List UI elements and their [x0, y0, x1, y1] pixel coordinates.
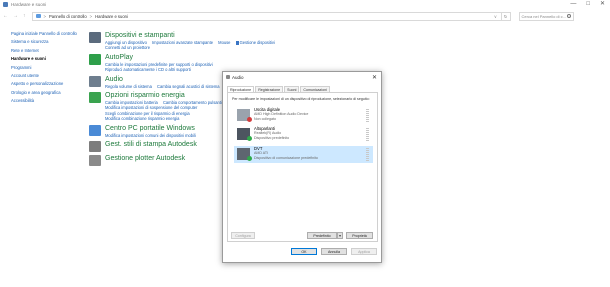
volume-meter: [366, 128, 369, 141]
search-input[interactable]: Cerca nel Pannello di c...: [518, 11, 574, 21]
category-title[interactable]: Dispositivi e stampanti: [105, 32, 349, 40]
dialog-titlebar: Audio ✕: [223, 72, 381, 82]
nav-item-control-panel-home[interactable]: Pagina iniziale Pannello di controllo: [11, 31, 81, 37]
search-placeholder: Cerca nel Pannello di c...: [521, 13, 566, 19]
dialog-title: Audio: [232, 74, 244, 80]
chevron-down-icon[interactable]: v: [494, 14, 496, 19]
breadcrumb-hardware-sound[interactable]: Hardware e suoni: [95, 14, 128, 19]
properties-button[interactable]: Proprietà: [346, 232, 373, 239]
device-item-dvt[interactable]: DVT AMD ATI Dispositivo di comunicazione…: [234, 146, 373, 163]
category-title[interactable]: AutoPlay: [105, 54, 349, 62]
link-mouse[interactable]: Mouse: [218, 40, 230, 45]
speaker-icon: [226, 75, 230, 79]
window-titlebar: Hardware e suoni — □ ✕: [0, 0, 610, 9]
forward-button[interactable]: →: [13, 13, 18, 19]
link-advanced-printer[interactable]: Impostazioni avanzate stampante: [152, 40, 213, 45]
nav-item-appearance[interactable]: Aspetto e personalizzazione: [11, 82, 81, 87]
check-icon: [247, 136, 252, 141]
link-connect-projector[interactable]: Connetti ad un proiettore: [105, 45, 150, 50]
autoplay-icon: [89, 53, 101, 65]
breadcrumb-control-panel[interactable]: Pannello di controllo: [49, 14, 87, 19]
address-bar[interactable]: > Pannello di controllo > Hardware e suo…: [31, 11, 502, 21]
link-autoplay-cd[interactable]: Riproduci automaticamente i CD o altri s…: [105, 67, 191, 72]
link-edit-plan[interactable]: Modifica combinazione risparmio energia: [105, 116, 179, 121]
nav-item-clock-region[interactable]: Orologio e area geografica: [11, 90, 81, 96]
monitor-icon: [237, 148, 252, 161]
link-sleep-settings[interactable]: Modifica impostazioni di sospensione del…: [105, 105, 197, 110]
nav-item-hardware-sound[interactable]: Hardware e suoni: [11, 56, 81, 62]
up-button[interactable]: ↑: [23, 13, 26, 19]
audio-dialog: Audio ✕ Riproduzione Registrazione Suoni…: [222, 71, 382, 263]
category-autoplay: AutoPlay Cambia le impostazioni predefin…: [89, 53, 349, 73]
control-panel-icon: [35, 14, 41, 18]
nav-item-user-accounts[interactable]: Account utente: [11, 73, 81, 79]
check-icon: [247, 156, 252, 161]
close-window-button[interactable]: ✕: [600, 0, 605, 9]
device-item-speakers[interactable]: Altoparlanti Realtek(R) Audio Dispositiv…: [234, 126, 373, 143]
nav-item-system-security[interactable]: Sistema e sicurezza: [11, 40, 81, 45]
search-icon: [566, 14, 571, 18]
instruction-text: Per modificare le impostazioni di un dis…: [232, 97, 370, 101]
configure-button[interactable]: Configura: [231, 232, 255, 239]
nav-item-network[interactable]: Rete e Internet: [11, 48, 81, 54]
link-system-volume[interactable]: Regola volume di sistema: [105, 84, 152, 89]
close-icon[interactable]: ✕: [372, 74, 377, 81]
device-status: Dispositivo predefinito: [254, 135, 290, 140]
set-default-button[interactable]: Predefinito: [307, 232, 337, 239]
printer-icon: [89, 32, 101, 43]
digital-output-icon: [237, 109, 252, 122]
address-row: ← → ↑ > Pannello di controllo > Hardware…: [0, 10, 610, 22]
link-system-sounds[interactable]: Cambia segnali acustici di sistema: [157, 84, 220, 89]
left-navigation: Pagina iniziale Pannello di controllo Si…: [11, 31, 81, 108]
refresh-button[interactable]: ↻: [501, 11, 511, 21]
power-icon: [89, 92, 101, 104]
maximize-button[interactable]: □: [586, 0, 590, 9]
category-devices-printers: Dispositivi e stampanti Aggiungi un disp…: [89, 32, 349, 51]
link-mobility-settings[interactable]: Modifica impostazioni comuni dei disposi…: [105, 133, 196, 138]
nav-item-accessibility[interactable]: Accessibilità: [11, 98, 81, 104]
speaker-icon: [89, 75, 101, 87]
device-item-digital-output[interactable]: Uscita digitale AMD High Definition Audi…: [234, 107, 373, 124]
cancel-button[interactable]: Annulla: [321, 248, 347, 255]
not-connected-icon: [247, 117, 252, 122]
link-device-manager[interactable]: Gestione dispositivi: [236, 40, 275, 45]
minimize-button[interactable]: —: [570, 0, 576, 9]
device-status: Non collegato: [254, 116, 276, 121]
window-title: Hardware e suoni: [11, 2, 47, 7]
breadcrumb-separator: >: [43, 13, 46, 19]
speaker-icon: [237, 128, 252, 141]
nav-item-programs[interactable]: Programmi: [11, 65, 81, 71]
ok-button[interactable]: OK: [291, 248, 317, 255]
playback-panel: Per modificare le impostazioni di un dis…: [227, 92, 378, 242]
back-button[interactable]: ←: [3, 13, 8, 19]
device-status: Dispositivo di comunicazione predefinito: [254, 155, 318, 160]
volume-meter: [366, 109, 369, 122]
device-list: Uscita digitale AMD High Definition Audi…: [234, 107, 373, 245]
link-choose-plan[interactable]: Scegli combinazione per il risparmio di …: [105, 111, 190, 116]
apply-button[interactable]: Applica: [351, 248, 377, 255]
link-battery-settings[interactable]: Cambia impostazioni batteria: [105, 100, 158, 105]
mobility-icon: [89, 124, 101, 136]
plotter-icon: [89, 155, 101, 167]
control-panel-icon: [3, 2, 8, 7]
link-autoplay-defaults[interactable]: Cambia le impostazioni predefinite per s…: [105, 62, 213, 67]
chevron-down-icon[interactable]: ▾: [337, 232, 343, 239]
breadcrumb-separator: >: [89, 13, 93, 19]
autodesk-plot-icon: [89, 141, 101, 153]
link-add-device[interactable]: Aggiungi un dispositivo: [105, 40, 147, 45]
volume-meter: [366, 148, 369, 161]
